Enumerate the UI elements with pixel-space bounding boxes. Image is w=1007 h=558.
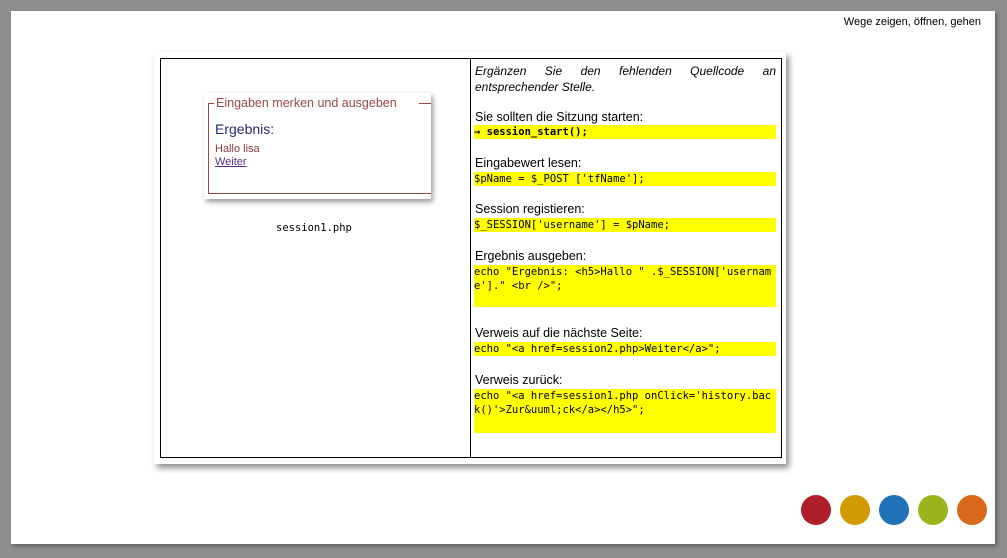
slide: Wege zeigen, öffnen, gehen Eingaben merk… [11, 11, 995, 544]
code-line: echo "<a href=session2.php>Weiter</a>"; [474, 343, 721, 355]
task-column: Ergänzen Sie den fehlenden Quellcode an … [473, 59, 778, 457]
fieldset-legend: Eingaben merken und ausgeben [216, 96, 397, 110]
brand-dots [801, 495, 987, 525]
brand-dot-red [801, 495, 831, 525]
tagline: Wege zeigen, öffnen, gehen [843, 16, 981, 28]
step-label: Sie sollten die Sitzung starten: [475, 110, 644, 124]
code-block: echo "<a href=session1.php onClick='hist… [474, 389, 776, 433]
code-line: $pName = $_POST ['tfName']; [474, 173, 645, 185]
result-title: Ergebnis: [215, 121, 275, 137]
code-line: echo "Ergebnis: <h5>Hallo " .$_SESSION['… [474, 266, 772, 292]
code-block: echo "Ergebnis: <h5>Hallo " .$_SESSION['… [474, 265, 776, 307]
file-caption: session1.php [276, 222, 352, 234]
code-block: → session_start(); [474, 125, 776, 139]
code-block: echo "<a href=session2.php>Weiter</a>"; [474, 342, 776, 356]
fieldset-top-line [419, 103, 431, 104]
code-line: $_SESSION['username'] = $pName; [474, 219, 670, 231]
brand-dot-yellow [840, 495, 870, 525]
step-label: Ergebnis ausgeben: [475, 249, 587, 263]
weiter-link[interactable]: Weiter [215, 156, 247, 168]
content-panel: Eingaben merken und ausgeben Ergebnis: H… [154, 52, 786, 464]
step-label: Session registieren: [475, 202, 585, 216]
step-label: Verweis auf die nächste Seite: [475, 326, 643, 340]
brand-dot-green [918, 495, 948, 525]
content-table: Eingaben merken und ausgeben Ergebnis: H… [160, 58, 782, 458]
code-block: $_SESSION['username'] = $pName; [474, 218, 776, 232]
demo-output-window: Eingaben merken und ausgeben Ergebnis: H… [204, 93, 431, 199]
result-greeting: Hallo lisa [215, 143, 260, 155]
code-block: $pName = $_POST ['tfName']; [474, 172, 776, 186]
step-label: Verweis zurück: [475, 373, 563, 387]
task-intro: Ergänzen Sie den fehlenden Quellcode an … [475, 64, 776, 94]
code-line: → session_start(); [474, 126, 588, 138]
code-line: echo "<a href=session1.php onClick='hist… [474, 390, 772, 416]
brand-dot-blue [879, 495, 909, 525]
step-label: Eingabewert lesen: [475, 156, 582, 170]
brand-dot-orange [957, 495, 987, 525]
column-divider [470, 59, 471, 457]
fieldset-top-line [208, 103, 214, 104]
